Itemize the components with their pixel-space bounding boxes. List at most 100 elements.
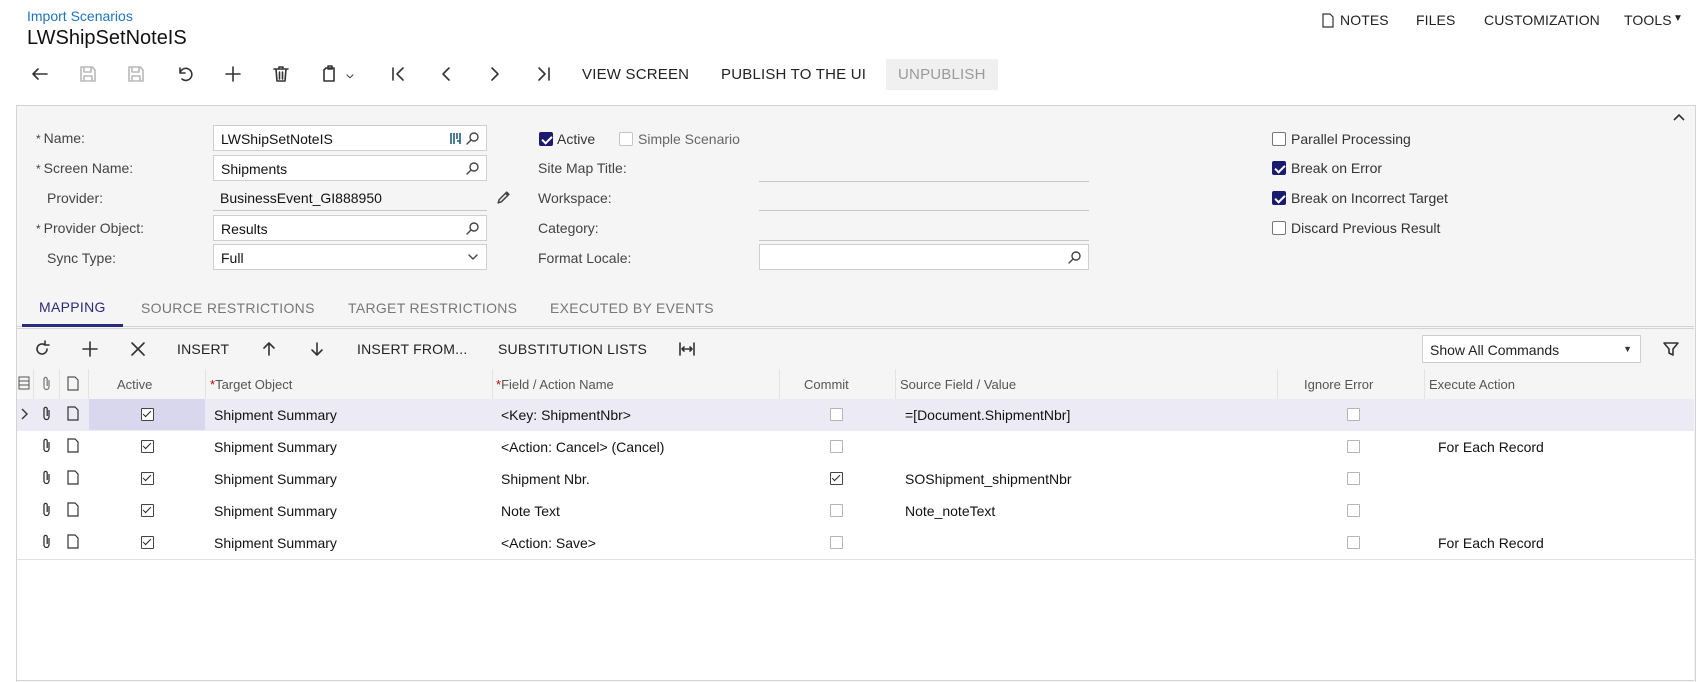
back-icon[interactable] bbox=[28, 62, 52, 86]
ignore-error-cell-checkbox[interactable] bbox=[1347, 536, 1360, 549]
source-field-cell[interactable]: =[Document.ShipmentNbr] bbox=[905, 407, 1070, 423]
fit-columns-icon[interactable] bbox=[675, 337, 699, 361]
ignore-error-cell-checkbox[interactable] bbox=[1347, 408, 1360, 421]
previous-icon[interactable] bbox=[434, 62, 458, 86]
table-row[interactable]: Shipment Summary <Key: ShipmentNbr> =[Docu… bbox=[17, 399, 1694, 432]
field-action-cell[interactable]: Shipment Nbr. bbox=[501, 471, 590, 487]
ignore-error-cell-checkbox[interactable] bbox=[1347, 472, 1360, 485]
source-field-cell[interactable]: Note_noteText bbox=[905, 503, 995, 519]
refresh-icon[interactable] bbox=[30, 337, 54, 361]
header-ignore-error[interactable]: Ignore Error bbox=[1304, 377, 1373, 392]
save-icon[interactable] bbox=[124, 62, 148, 86]
note-icon[interactable] bbox=[67, 438, 79, 456]
name-field[interactable]: LWShipSetNoteIS bbox=[213, 125, 487, 151]
target-object-cell[interactable]: Shipment Summary bbox=[214, 407, 337, 423]
active-cell-checkbox[interactable] bbox=[141, 408, 154, 421]
tab-target-restrictions[interactable]: TARGET RESTRICTIONS bbox=[348, 300, 517, 316]
copy-paste-icon[interactable] bbox=[318, 62, 342, 86]
target-object-cell[interactable]: Shipment Summary bbox=[214, 471, 337, 487]
attachment-icon[interactable] bbox=[41, 470, 53, 488]
caret-down-icon[interactable]: ▼ bbox=[1673, 13, 1683, 24]
view-screen-button[interactable]: VIEW SCREEN bbox=[582, 66, 689, 83]
commit-cell-checkbox[interactable] bbox=[830, 536, 843, 549]
arrow-down-icon[interactable] bbox=[305, 337, 329, 361]
first-record-icon[interactable] bbox=[386, 62, 410, 86]
table-row[interactable]: Shipment Summary Note Text Note_noteText bbox=[17, 495, 1694, 528]
search-icon[interactable] bbox=[466, 221, 480, 235]
pencil-icon[interactable] bbox=[496, 190, 511, 208]
insert-button[interactable]: INSERT bbox=[177, 341, 229, 357]
customization-menu[interactable]: CUSTOMIZATION bbox=[1484, 12, 1600, 28]
files-menu[interactable]: FILES bbox=[1416, 12, 1455, 28]
add-row-icon[interactable] bbox=[78, 337, 102, 361]
target-object-cell[interactable]: Shipment Summary bbox=[214, 503, 337, 519]
undo-icon[interactable] bbox=[173, 62, 197, 86]
active-cell-checkbox[interactable] bbox=[141, 536, 154, 549]
search-icon[interactable] bbox=[466, 131, 480, 145]
tools-menu[interactable]: TOOLS bbox=[1624, 12, 1672, 28]
header-active[interactable]: Active bbox=[117, 377, 152, 392]
header-execute-action[interactable]: Execute Action bbox=[1429, 377, 1515, 392]
active-cell-checkbox[interactable] bbox=[141, 504, 154, 517]
table-row[interactable]: Shipment Summary <Action: Save> For Each R… bbox=[17, 527, 1694, 560]
active-cell-checkbox[interactable] bbox=[141, 472, 154, 485]
substitution-lists-button[interactable]: SUBSTITUTION LISTS bbox=[498, 341, 647, 357]
break-on-error-checkbox[interactable] bbox=[1272, 161, 1286, 175]
table-row[interactable]: Shipment Summary Shipment Nbr. SOShipment_… bbox=[17, 463, 1694, 496]
attachment-icon[interactable] bbox=[41, 534, 53, 552]
parallel-processing-checkbox[interactable] bbox=[1272, 132, 1286, 146]
chevron-down-icon[interactable] bbox=[343, 64, 357, 88]
note-icon[interactable] bbox=[67, 470, 79, 488]
tab-executed-by-events[interactable]: EXECUTED BY EVENTS bbox=[550, 300, 714, 316]
tab-mapping[interactable]: MAPPING bbox=[39, 299, 106, 315]
screen-name-field[interactable]: Shipments bbox=[213, 155, 487, 181]
note-icon[interactable] bbox=[67, 534, 79, 552]
unpublish-button[interactable]: UNPUBLISH bbox=[886, 59, 998, 90]
commit-cell-checkbox[interactable] bbox=[830, 440, 843, 453]
format-locale-field[interactable] bbox=[759, 244, 1089, 270]
attachment-icon[interactable] bbox=[41, 438, 53, 456]
breadcrumb[interactable]: Import Scenarios bbox=[27, 8, 133, 24]
table-row[interactable]: Shipment Summary <Action: Cancel> (Cancel… bbox=[17, 431, 1694, 464]
publish-button[interactable]: PUBLISH TO THE UI bbox=[721, 66, 866, 83]
source-field-cell[interactable]: SOShipment_shipmentNbr bbox=[905, 471, 1072, 487]
provider-object-field[interactable]: Results bbox=[213, 215, 487, 241]
delete-row-icon[interactable] bbox=[126, 337, 150, 361]
target-object-cell[interactable]: Shipment Summary bbox=[214, 439, 337, 455]
search-icon[interactable] bbox=[466, 161, 480, 175]
ignore-error-cell-checkbox[interactable] bbox=[1347, 440, 1360, 453]
header-commit[interactable]: Commit bbox=[804, 377, 849, 392]
filter-icon[interactable] bbox=[1659, 337, 1683, 361]
attachment-icon[interactable] bbox=[41, 502, 53, 520]
row-selector-icon[interactable] bbox=[20, 407, 30, 424]
caret-down-icon[interactable]: ▼ bbox=[1623, 344, 1632, 354]
header-field-action[interactable]: *Field / Action Name bbox=[496, 377, 614, 392]
execute-action-cell[interactable]: For Each Record bbox=[1438, 439, 1544, 455]
notes-menu[interactable]: NOTES bbox=[1340, 12, 1389, 28]
chevron-down-icon[interactable] bbox=[466, 250, 480, 264]
field-action-cell[interactable]: <Action: Save> bbox=[501, 535, 596, 551]
insert-from-button[interactable]: INSERT FROM... bbox=[357, 341, 467, 357]
commit-cell-checkbox[interactable] bbox=[830, 504, 843, 517]
field-action-cell[interactable]: <Action: Cancel> (Cancel) bbox=[501, 439, 664, 455]
collapse-icon[interactable] bbox=[1672, 110, 1686, 126]
tab-source-restrictions[interactable]: SOURCE RESTRICTIONS bbox=[141, 300, 315, 316]
field-action-cell[interactable]: Note Text bbox=[501, 503, 560, 519]
note-icon[interactable] bbox=[67, 406, 79, 424]
search-icon[interactable] bbox=[1068, 250, 1082, 264]
active-checkbox[interactable] bbox=[539, 132, 553, 146]
delete-icon[interactable] bbox=[269, 62, 293, 86]
command-filter-select[interactable]: Show All Commands ▼ bbox=[1422, 335, 1641, 363]
arrow-up-icon[interactable] bbox=[257, 337, 281, 361]
header-target-object[interactable]: *Target Object bbox=[210, 377, 292, 392]
next-icon[interactable] bbox=[483, 62, 507, 86]
field-action-cell[interactable]: <Key: ShipmentNbr> bbox=[501, 407, 631, 423]
column-settings-icon[interactable] bbox=[18, 376, 30, 393]
commit-cell-checkbox[interactable] bbox=[830, 408, 843, 421]
barcode-icon[interactable] bbox=[450, 132, 462, 145]
sync-type-select[interactable]: Full bbox=[213, 244, 487, 270]
note-icon[interactable] bbox=[67, 502, 79, 520]
save-close-icon[interactable] bbox=[76, 62, 100, 86]
simple-scenario-checkbox[interactable] bbox=[619, 132, 633, 146]
header-source-field[interactable]: Source Field / Value bbox=[900, 377, 1016, 392]
